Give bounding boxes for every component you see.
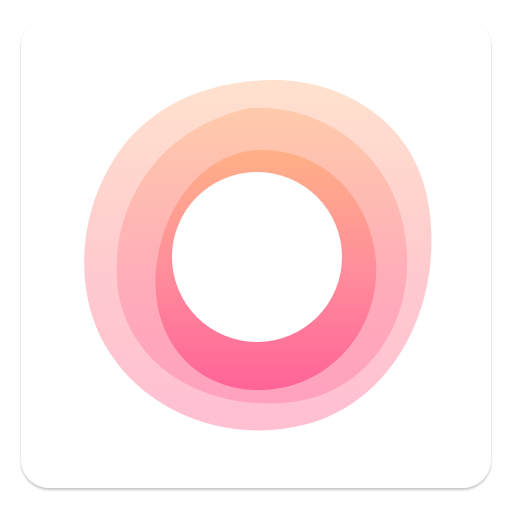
ring-logo-icon <box>84 79 432 431</box>
ring-center <box>172 172 342 342</box>
